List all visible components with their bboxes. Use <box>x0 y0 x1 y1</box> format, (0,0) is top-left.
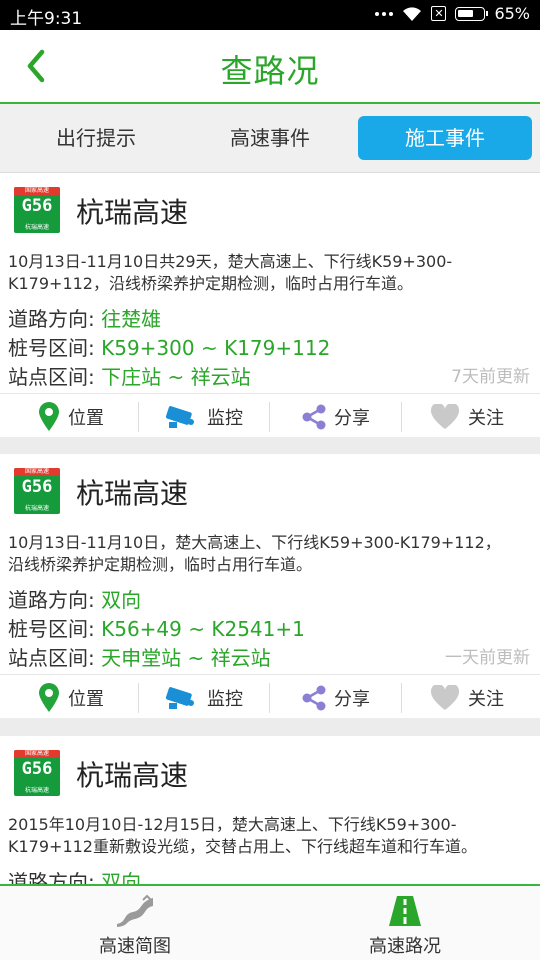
camera-icon <box>165 687 194 709</box>
updated-time: 一天前更新 <box>445 648 530 668</box>
battery-percent: 65% <box>494 4 530 23</box>
updated-time: 7天前更新 <box>451 367 530 387</box>
tab-highway-events[interactable]: 高速事件 <box>182 116 358 160</box>
tab-construction-events[interactable]: 施工事件 <box>358 116 532 160</box>
battery-icon <box>455 6 489 21</box>
stations-row: 站点区间: 天申堂站 ~ 祥云站 <box>8 646 271 670</box>
direction-row: 道路方向: 双向 <box>8 870 142 885</box>
status-time: 上午9:31 <box>10 9 83 29</box>
wifi-icon <box>403 6 422 21</box>
more-dots-icon <box>375 11 394 16</box>
app-header: 查路况 <box>0 30 540 104</box>
camera-icon <box>165 406 194 428</box>
highway-shield-icon: 国家高速 G56 杭瑞高速 <box>14 750 60 796</box>
nav-highway-traffic[interactable]: 高速路况 <box>270 890 540 960</box>
status-bar: 上午9:31 ✕ 65% <box>0 0 540 30</box>
event-description: 2015年10月10日-12月15日，楚大高速上、下行线K59+300- K17… <box>8 815 477 856</box>
stations-row: 站点区间: 下庄站 ~ 祥云站 <box>8 365 251 389</box>
event-card: 国家高速 G56 杭瑞高速 杭瑞高速 10月13日-11月10日，楚大高速上、下… <box>0 454 540 718</box>
bottom-nav: 高速简图 高速路况 <box>0 884 540 960</box>
road-name: 杭瑞高速 <box>76 477 189 510</box>
heart-icon <box>430 404 460 429</box>
road-name: 杭瑞高速 <box>76 759 189 792</box>
follow-button[interactable]: 关注 <box>430 675 504 721</box>
tab-travel-tips[interactable]: 出行提示 <box>8 116 184 160</box>
heart-icon <box>430 685 460 710</box>
direction-row: 道路方向: 双向 <box>8 588 142 612</box>
direction-row: 道路方向: 往楚雄 <box>8 307 162 331</box>
share-button[interactable]: 分享 <box>302 675 370 721</box>
range-row: 桩号区间: K59+300 ~ K179+112 <box>8 336 331 360</box>
sim-off-icon: ✕ <box>431 6 447 21</box>
share-button[interactable]: 分享 <box>302 394 370 440</box>
monitor-button[interactable]: 监控 <box>165 675 243 721</box>
location-button[interactable]: 位置 <box>38 394 104 440</box>
event-list[interactable]: 国家高速 G56 杭瑞高速 杭瑞高速 10月13日-11月10日共29天，楚大高… <box>0 173 540 885</box>
highway-map-icon <box>117 894 153 927</box>
tab-bar: 出行提示 高速事件 施工事件 <box>0 104 540 173</box>
page-title: 查路况 <box>220 52 320 90</box>
location-pin-icon <box>39 683 59 712</box>
road-icon <box>389 896 421 926</box>
event-description: 10月13日-11月10日，楚大高速上、下行线K59+300-K179+112，… <box>8 533 501 574</box>
follow-button[interactable]: 关注 <box>430 394 504 440</box>
nav-highway-map[interactable]: 高速简图 <box>0 890 270 960</box>
location-pin-icon <box>39 402 59 431</box>
monitor-button[interactable]: 监控 <box>165 394 243 440</box>
range-row: 桩号区间: K56+49 ~ K2541+1 <box>8 617 305 641</box>
highway-shield-icon: 国家高速 G56 杭瑞高速 <box>14 468 60 514</box>
event-description: 10月13日-11月10日共29天，楚大高速上、下行线K59+300- K179… <box>8 252 453 293</box>
event-card: 国家高速 G56 杭瑞高速 杭瑞高速 10月13日-11月10日共29天，楚大高… <box>0 173 540 437</box>
location-button[interactable]: 位置 <box>38 675 104 721</box>
action-bar: 位置 监控 分享 关注 <box>0 674 540 721</box>
share-icon <box>302 685 326 711</box>
highway-shield-icon: 国家高速 G56 杭瑞高速 <box>14 187 60 233</box>
share-icon <box>302 404 326 430</box>
road-name: 杭瑞高速 <box>76 196 189 229</box>
action-bar: 位置 监控 分享 关注 <box>0 393 540 440</box>
event-card: 国家高速 G56 杭瑞高速 杭瑞高速 2015年10月10日-12月15日，楚大… <box>0 736 540 885</box>
